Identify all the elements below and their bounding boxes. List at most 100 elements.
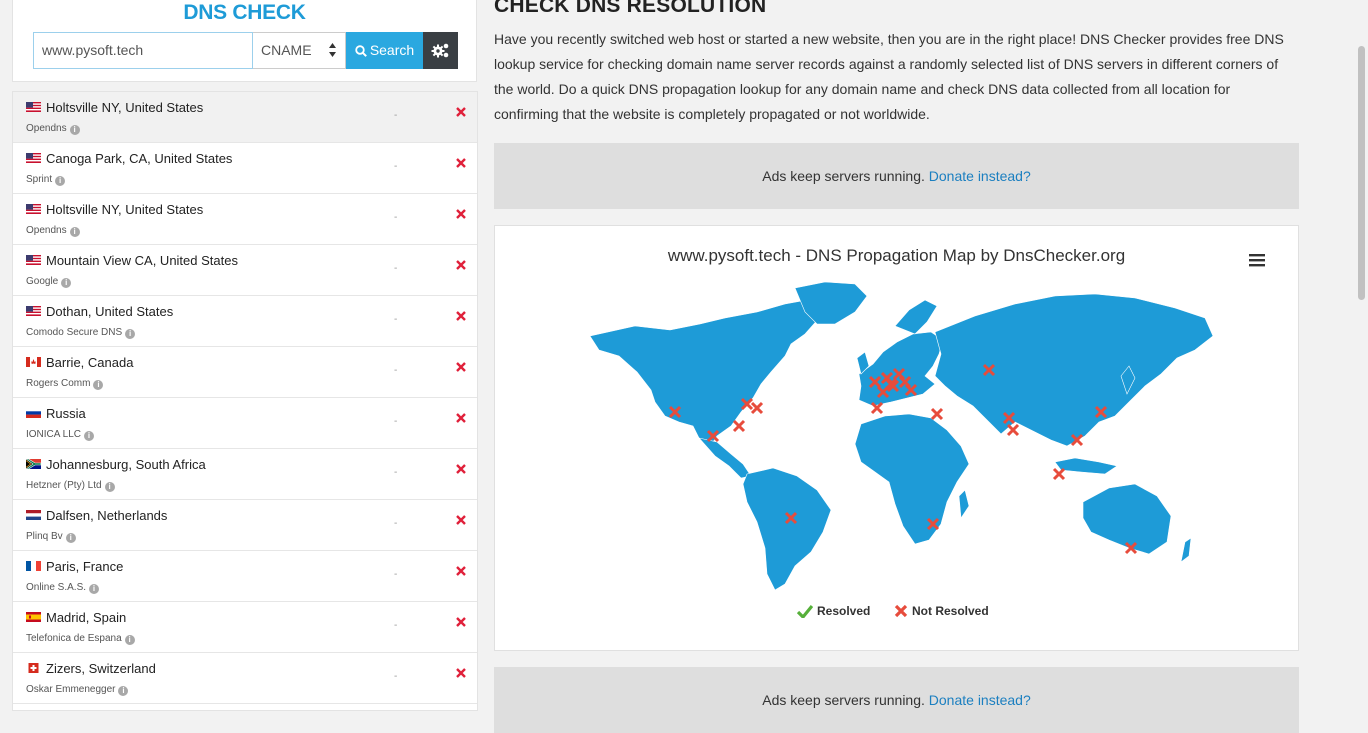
fail-x-icon bbox=[456, 464, 466, 474]
donate-link[interactable]: Donate instead? bbox=[929, 692, 1031, 708]
ch-flag-icon bbox=[28, 663, 39, 673]
result-row[interactable]: Paris, France Online S.A.S. i - bbox=[13, 551, 477, 602]
not-resolved-marker[interactable] bbox=[1052, 467, 1066, 481]
us-flag-icon bbox=[26, 102, 41, 112]
result-row[interactable]: Dothan, United States Comodo Secure DNS i… bbox=[13, 296, 477, 347]
legend-resolved-label: Resolved bbox=[817, 604, 871, 618]
result-location: Paris, France bbox=[46, 559, 124, 574]
result-row[interactable]: Johannesburg, South Africa Hetzner (Pty)… bbox=[13, 449, 477, 500]
result-value: - bbox=[394, 467, 398, 478]
result-provider: IONICA LLC i bbox=[26, 429, 95, 441]
result-location: Holtsville NY, United States bbox=[46, 100, 204, 115]
donate-link[interactable]: Donate instead? bbox=[929, 168, 1031, 184]
fail-x-icon bbox=[456, 260, 466, 270]
info-icon[interactable]: i bbox=[84, 431, 95, 441]
result-provider: Telefonica de Espana i bbox=[26, 633, 135, 645]
info-icon[interactable]: i bbox=[69, 227, 80, 237]
result-row[interactable]: Russia IONICA LLC i - bbox=[13, 398, 477, 449]
provider-label: Oskar Emmenegger bbox=[26, 684, 116, 695]
result-row[interactable]: Mountain View CA, United States Google i … bbox=[13, 245, 477, 296]
us-flag-icon bbox=[26, 306, 41, 316]
not-resolved-marker[interactable] bbox=[732, 419, 746, 433]
result-row[interactable]: Dalfsen, Netherlands Plinq Bv i - bbox=[13, 500, 477, 551]
info-icon[interactable]: i bbox=[125, 329, 136, 339]
result-value: - bbox=[394, 110, 398, 121]
result-row[interactable]: Holtsville NY, United States Opendns i - bbox=[13, 92, 477, 143]
fail-x-icon bbox=[456, 413, 466, 423]
result-value: - bbox=[394, 620, 398, 631]
result-provider: Plinq Bv i bbox=[26, 531, 76, 543]
provider-label: Google bbox=[26, 276, 59, 287]
ad-banner: Ads keep servers running. Donate instead… bbox=[494, 143, 1299, 209]
result-value: - bbox=[394, 263, 398, 274]
result-row[interactable]: Zizers, Switzerland Oskar Emmenegger i - bbox=[13, 653, 477, 704]
result-location: Dothan, United States bbox=[46, 304, 174, 319]
fail-x-icon bbox=[456, 362, 466, 372]
result-value: - bbox=[394, 212, 398, 223]
record-type-select[interactable]: CNAME bbox=[253, 32, 346, 69]
info-icon[interactable]: i bbox=[124, 635, 135, 645]
provider-label: Opendns bbox=[26, 225, 67, 236]
result-location: Barrie, Canada bbox=[46, 355, 134, 370]
info-icon[interactable]: i bbox=[69, 125, 80, 135]
not-resolved-marker[interactable] bbox=[1006, 423, 1020, 437]
fail-x-icon bbox=[456, 107, 466, 117]
cross-icon bbox=[894, 604, 908, 618]
provider-label: IONICA LLC bbox=[26, 429, 82, 440]
intro-paragraph: Have you recently switched web host or s… bbox=[494, 31, 1284, 122]
us-flag-icon bbox=[26, 255, 41, 265]
provider-label: Online S.A.S. bbox=[26, 582, 87, 593]
result-provider: Rogers Comm i bbox=[26, 378, 104, 390]
result-value: - bbox=[394, 365, 398, 376]
result-row[interactable]: Canoga Park, CA, United States Sprint i - bbox=[13, 143, 477, 194]
result-location: Canoga Park, CA, United States bbox=[46, 151, 233, 166]
provider-label: Hetzner (Pty) Ltd bbox=[26, 480, 102, 491]
fr-flag-icon bbox=[26, 561, 41, 571]
legend-not-resolved-label: Not Resolved bbox=[912, 604, 989, 618]
fail-x-icon bbox=[456, 617, 466, 627]
info-icon[interactable]: i bbox=[93, 380, 104, 390]
info-icon[interactable]: i bbox=[118, 686, 129, 696]
result-row[interactable]: Holtsville NY, United States Opendns i - bbox=[13, 194, 477, 245]
nl-flag-icon bbox=[26, 510, 41, 520]
legend-resolved[interactable]: Resolved bbox=[796, 604, 871, 620]
dns-check-title: DNS CHECK bbox=[183, 1, 306, 24]
dns-search-panel: DNS CHECK www.pysoft.tech CNAME Search bbox=[12, 0, 477, 82]
info-icon[interactable]: i bbox=[61, 278, 72, 288]
domain-input[interactable]: www.pysoft.tech bbox=[33, 32, 253, 69]
result-provider: Sprint i bbox=[26, 174, 66, 186]
page-title: CHECK DNS RESOLUTION bbox=[494, 0, 767, 17]
not-resolved-marker[interactable] bbox=[930, 407, 944, 421]
result-value: - bbox=[394, 671, 398, 682]
settings-button[interactable] bbox=[423, 32, 458, 69]
info-icon[interactable]: i bbox=[89, 584, 100, 594]
info-icon[interactable]: i bbox=[55, 176, 66, 186]
page-scrollbar[interactable] bbox=[1358, 46, 1365, 300]
result-value: - bbox=[394, 518, 398, 529]
info-icon[interactable]: i bbox=[104, 482, 115, 492]
result-provider: Online S.A.S. i bbox=[26, 582, 100, 594]
result-row[interactable]: Barrie, Canada Rogers Comm i - bbox=[13, 347, 477, 398]
result-provider: Comodo Secure DNS i bbox=[26, 327, 136, 339]
result-location: Madrid, Spain bbox=[46, 610, 127, 625]
result-value: - bbox=[394, 416, 398, 427]
legend-not-resolved[interactable]: Not Resolved bbox=[894, 604, 989, 618]
provider-label: Telefonica de Espana bbox=[26, 633, 122, 644]
hamburger-menu-icon[interactable] bbox=[1245, 250, 1269, 270]
record-type-value: CNAME bbox=[261, 42, 312, 58]
fail-x-icon bbox=[456, 158, 466, 168]
gears-icon bbox=[431, 43, 449, 58]
result-location: Johannesburg, South Africa bbox=[46, 457, 206, 472]
info-icon[interactable]: i bbox=[65, 533, 76, 543]
fail-x-icon bbox=[456, 566, 466, 576]
es-flag-icon bbox=[26, 612, 41, 622]
provider-label: Plinq Bv bbox=[26, 531, 63, 542]
not-resolved-marker[interactable] bbox=[750, 401, 764, 415]
result-row[interactable]: Madrid, Spain Telefonica de Espana i - bbox=[13, 602, 477, 653]
result-location: Russia bbox=[46, 406, 86, 421]
provider-label: Sprint bbox=[26, 174, 53, 185]
search-button[interactable]: Search bbox=[346, 32, 423, 69]
world-map[interactable] bbox=[495, 226, 1300, 652]
fail-x-icon bbox=[456, 209, 466, 219]
fail-x-icon bbox=[456, 515, 466, 525]
